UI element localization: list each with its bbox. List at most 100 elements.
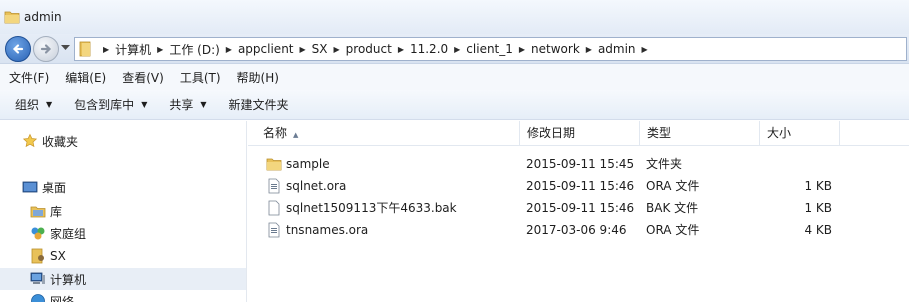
- sort-ascending-icon: ▲: [293, 131, 299, 139]
- file-date: 2015-09-11 15:45: [526, 157, 635, 171]
- library-icon: [30, 203, 46, 219]
- share-label: 共享: [169, 98, 194, 112]
- column-header-date[interactable]: 修改日期: [520, 121, 640, 146]
- chevron-right-icon[interactable]: ▶: [103, 45, 109, 54]
- column-label: 类型: [647, 126, 672, 140]
- chevron-right-icon[interactable]: ▶: [519, 45, 525, 54]
- nav-label: 计算机: [50, 272, 87, 287]
- back-button[interactable]: [5, 36, 31, 62]
- menu-file[interactable]: 文件(F): [9, 69, 49, 86]
- breadcrumb-client[interactable]: client_1: [466, 42, 513, 56]
- breadcrumb-drive-d[interactable]: 工作 (D:): [169, 41, 219, 58]
- nav-item-network[interactable]: 网络: [30, 291, 74, 302]
- folder-icon: [79, 41, 93, 60]
- folder-icon: [266, 156, 282, 175]
- chevron-right-icon[interactable]: ▶: [642, 45, 648, 54]
- ora-file-icon: [266, 222, 282, 241]
- file-name: tnsnames.ora: [286, 223, 369, 237]
- file-name: sqlnet.ora: [286, 179, 347, 193]
- nav-label: 收藏夹: [42, 134, 79, 149]
- computer-icon: [30, 271, 46, 287]
- forward-button[interactable]: [33, 36, 59, 62]
- user-folder-icon: [30, 248, 46, 264]
- include-in-library-button[interactable]: 包含到库中 ▼: [74, 96, 147, 113]
- folder-icon: [4, 9, 20, 28]
- menu-bar: 文件(F) 编辑(E) 查看(V) 工具(T) 帮助(H): [0, 64, 909, 90]
- menu-view[interactable]: 查看(V): [122, 69, 164, 86]
- chevron-right-icon[interactable]: ▶: [334, 45, 340, 54]
- chevron-right-icon[interactable]: ▶: [300, 45, 306, 54]
- nav-item-favorites[interactable]: 收藏夹: [22, 131, 78, 151]
- nav-label: 库: [50, 204, 63, 219]
- table-row[interactable]: sqlnet1509113下午4633.bak 2015-09-11 15:46…: [248, 197, 909, 219]
- nav-label: 网络: [50, 294, 75, 302]
- file-size: 4 KB: [804, 223, 832, 237]
- include-in-library-label: 包含到库中: [74, 98, 135, 112]
- organize-label: 组织: [15, 98, 40, 112]
- column-header-size[interactable]: 大小: [760, 121, 840, 146]
- column-label: 大小: [767, 126, 792, 140]
- share-button[interactable]: 共享 ▼: [169, 96, 206, 113]
- chevron-right-icon[interactable]: ▶: [157, 45, 163, 54]
- address-bar[interactable]: ▶ 计算机 ▶ 工作 (D:) ▶ appclient ▶ SX ▶ produ…: [74, 37, 907, 61]
- file-name: sqlnet1509113下午4633.bak: [286, 201, 457, 215]
- network-icon: [30, 293, 46, 302]
- command-bar: 组织 ▼ 包含到库中 ▼ 共享 ▼ 新建文件夹: [0, 90, 909, 120]
- menu-help[interactable]: 帮助(H): [237, 69, 279, 86]
- title-bar: admin: [0, 0, 909, 34]
- nav-item-homegroup[interactable]: 家庭组: [30, 223, 86, 243]
- menu-tools[interactable]: 工具(T): [180, 69, 221, 86]
- file-list: 名称 ▲ 修改日期 类型 大小 sample 2015-09-11 15:45 文…: [248, 121, 909, 302]
- nav-item-sx[interactable]: SX: [30, 246, 66, 266]
- file-type: BAK 文件: [646, 201, 699, 215]
- nav-label: 家庭组: [50, 226, 87, 241]
- table-row[interactable]: sample 2015-09-11 15:45 文件夹: [248, 153, 909, 175]
- file-size: 1 KB: [804, 201, 832, 215]
- nav-label: SX: [50, 249, 66, 263]
- file-type: 文件夹: [646, 157, 683, 171]
- column-label: 修改日期: [527, 126, 576, 140]
- breadcrumb-appclient[interactable]: appclient: [238, 42, 294, 56]
- file-date: 2017-03-06 9:46: [526, 223, 627, 237]
- breadcrumb-network[interactable]: network: [531, 42, 580, 56]
- star-icon: [22, 133, 38, 149]
- blank-file-icon: [266, 200, 282, 219]
- chevron-right-icon[interactable]: ▶: [454, 45, 460, 54]
- nav-item-computer[interactable]: 计算机: [30, 269, 86, 289]
- chevron-down-icon: ▼: [200, 100, 207, 109]
- breadcrumb-version[interactable]: 11.2.0: [410, 42, 448, 56]
- file-type: ORA 文件: [646, 223, 700, 237]
- column-header-name[interactable]: 名称 ▲: [256, 121, 520, 146]
- new-folder-button[interactable]: 新建文件夹: [229, 96, 289, 113]
- chevron-right-icon[interactable]: ▶: [398, 45, 404, 54]
- arrow-right-icon: [40, 44, 52, 54]
- table-row[interactable]: sqlnet.ora 2015-09-11 15:46 ORA 文件 1 KB: [248, 175, 909, 197]
- recent-pages-dropdown-icon[interactable]: [61, 45, 70, 51]
- chevron-right-icon[interactable]: ▶: [586, 45, 592, 54]
- nav-item-library[interactable]: 库: [30, 201, 62, 221]
- file-date: 2015-09-11 15:46: [526, 201, 635, 215]
- file-size: 1 KB: [804, 179, 832, 193]
- address-row: ▶ 计算机 ▶ 工作 (D:) ▶ appclient ▶ SX ▶ produ…: [0, 34, 909, 64]
- column-header-row: 名称 ▲ 修改日期 类型 大小: [248, 121, 909, 146]
- arrow-left-icon: [12, 44, 24, 54]
- file-date: 2015-09-11 15:46: [526, 179, 635, 193]
- file-size: [760, 153, 832, 175]
- table-row[interactable]: tnsnames.ora 2017-03-06 9:46 ORA 文件 4 KB: [248, 219, 909, 241]
- breadcrumb-product[interactable]: product: [346, 42, 392, 56]
- window-title: admin: [24, 10, 62, 24]
- file-name: sample: [286, 157, 330, 171]
- breadcrumb-admin[interactable]: admin: [598, 42, 636, 56]
- nav-item-desktop[interactable]: 桌面: [22, 177, 66, 197]
- column-header-type[interactable]: 类型: [640, 121, 760, 146]
- organize-button[interactable]: 组织 ▼: [15, 96, 52, 113]
- new-folder-label: 新建文件夹: [228, 98, 289, 112]
- chevron-down-icon: ▼: [141, 100, 148, 109]
- breadcrumb-computer[interactable]: 计算机: [115, 41, 151, 58]
- chevron-right-icon[interactable]: ▶: [226, 45, 232, 54]
- column-label: 名称: [263, 126, 288, 140]
- menu-edit[interactable]: 编辑(E): [65, 69, 106, 86]
- chevron-down-icon: ▼: [46, 100, 53, 109]
- breadcrumb-sx[interactable]: SX: [312, 42, 328, 56]
- homegroup-icon: [30, 225, 46, 241]
